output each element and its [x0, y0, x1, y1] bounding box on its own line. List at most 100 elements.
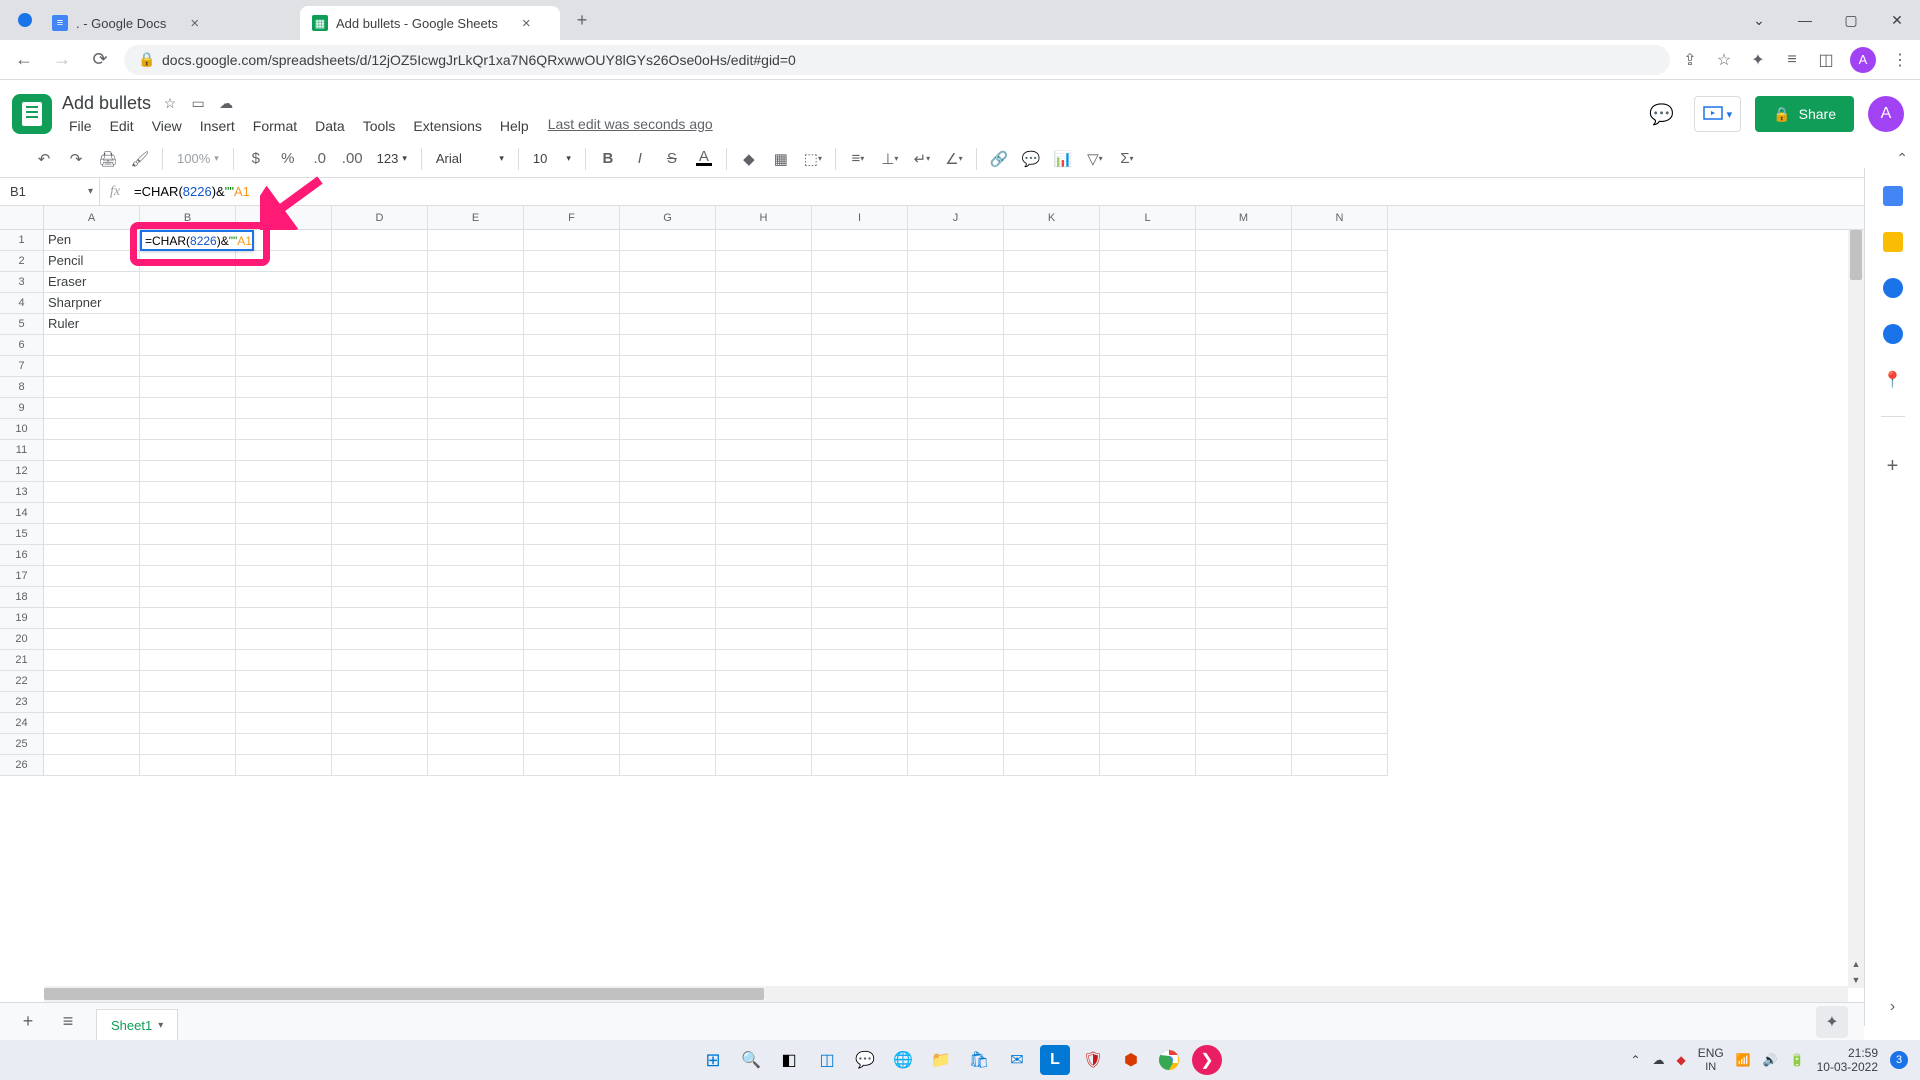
cell-D11[interactable]	[332, 440, 428, 461]
cell-A14[interactable]	[44, 503, 140, 524]
doc-title[interactable]: Add bullets	[62, 93, 151, 114]
cell-F14[interactable]	[524, 503, 620, 524]
cell-H11[interactable]	[716, 440, 812, 461]
col-header-D[interactable]: D	[332, 206, 428, 229]
cell-H23[interactable]	[716, 692, 812, 713]
cell-G8[interactable]	[620, 377, 716, 398]
app-red-icon[interactable]: ❯	[1192, 1045, 1222, 1075]
cells-area[interactable]: PenPencilEraserSharpnerRuler =CHAR(8226)…	[44, 230, 1864, 776]
row-header-16[interactable]: 16	[0, 545, 44, 566]
cell-D15[interactable]	[332, 524, 428, 545]
redo-button[interactable]: ↷	[62, 145, 90, 173]
cell-F1[interactable]	[524, 230, 620, 251]
cell-N11[interactable]	[1292, 440, 1388, 461]
cell-I1[interactable]	[812, 230, 908, 251]
cell-D8[interactable]	[332, 377, 428, 398]
cell-K4[interactable]	[1004, 293, 1100, 314]
cell-K21[interactable]	[1004, 650, 1100, 671]
cell-C4[interactable]	[236, 293, 332, 314]
cell-B25[interactable]	[140, 734, 236, 755]
start-button[interactable]: ⊞	[698, 1045, 728, 1075]
cell-A11[interactable]	[44, 440, 140, 461]
cell-H1[interactable]	[716, 230, 812, 251]
cell-K25[interactable]	[1004, 734, 1100, 755]
cell-B6[interactable]	[140, 335, 236, 356]
col-header-F[interactable]: F	[524, 206, 620, 229]
cell-I8[interactable]	[812, 377, 908, 398]
keep-icon[interactable]	[1883, 232, 1903, 252]
cell-C16[interactable]	[236, 545, 332, 566]
cell-L4[interactable]	[1100, 293, 1196, 314]
cell-G7[interactable]	[620, 356, 716, 377]
cell-F20[interactable]	[524, 629, 620, 650]
borders-button[interactable]: ▦	[767, 145, 795, 173]
row-header-21[interactable]: 21	[0, 650, 44, 671]
cell-I6[interactable]	[812, 335, 908, 356]
cell-M17[interactable]	[1196, 566, 1292, 587]
cell-B18[interactable]	[140, 587, 236, 608]
row-header-26[interactable]: 26	[0, 755, 44, 776]
comment-button[interactable]: 💬	[1017, 145, 1045, 173]
cell-F24[interactable]	[524, 713, 620, 734]
account-avatar[interactable]: A	[1868, 96, 1904, 132]
currency-button[interactable]: $	[242, 145, 270, 173]
cell-L23[interactable]	[1100, 692, 1196, 713]
cell-G12[interactable]	[620, 461, 716, 482]
cell-G2[interactable]	[620, 251, 716, 272]
menu-data[interactable]: Data	[308, 116, 352, 136]
task-view-icon[interactable]: ◧	[774, 1045, 804, 1075]
cell-H20[interactable]	[716, 629, 812, 650]
cell-I20[interactable]	[812, 629, 908, 650]
cell-C14[interactable]	[236, 503, 332, 524]
menu-edit[interactable]: Edit	[103, 116, 141, 136]
cell-N14[interactable]	[1292, 503, 1388, 524]
cell-A17[interactable]	[44, 566, 140, 587]
menu-view[interactable]: View	[145, 116, 189, 136]
battery-icon[interactable]: 🔋	[1790, 1053, 1805, 1067]
cell-M16[interactable]	[1196, 545, 1292, 566]
cell-E25[interactable]	[428, 734, 524, 755]
cell-A26[interactable]	[44, 755, 140, 776]
mcafee-icon[interactable]: 🛡	[1078, 1045, 1108, 1075]
cell-B19[interactable]	[140, 608, 236, 629]
tray-app-icon[interactable]: ◆	[1677, 1053, 1686, 1067]
cell-C19[interactable]	[236, 608, 332, 629]
sheet-menu-icon[interactable]: ▾	[158, 1020, 163, 1031]
scroll-down-icon[interactable]: ▼	[1848, 972, 1864, 988]
cell-J7[interactable]	[908, 356, 1004, 377]
row-header-24[interactable]: 24	[0, 713, 44, 734]
cell-K6[interactable]	[1004, 335, 1100, 356]
close-window-icon[interactable]: ✕	[1874, 0, 1920, 40]
cell-K22[interactable]	[1004, 671, 1100, 692]
cell-H25[interactable]	[716, 734, 812, 755]
cell-E10[interactable]	[428, 419, 524, 440]
cell-M25[interactable]	[1196, 734, 1292, 755]
cell-D7[interactable]	[332, 356, 428, 377]
cell-E22[interactable]	[428, 671, 524, 692]
cell-E19[interactable]	[428, 608, 524, 629]
row-header-5[interactable]: 5	[0, 314, 44, 335]
link-button[interactable]: 🔗	[985, 145, 1013, 173]
cell-G6[interactable]	[620, 335, 716, 356]
h-align-button[interactable]: ≡ ▾	[844, 145, 872, 173]
cell-F21[interactable]	[524, 650, 620, 671]
functions-button[interactable]: Σ ▾	[1113, 145, 1141, 173]
row-header-14[interactable]: 14	[0, 503, 44, 524]
cell-J20[interactable]	[908, 629, 1004, 650]
cell-C9[interactable]	[236, 398, 332, 419]
cell-J3[interactable]	[908, 272, 1004, 293]
cell-M20[interactable]	[1196, 629, 1292, 650]
wrap-button[interactable]: ↵ ▾	[908, 145, 936, 173]
cell-K26[interactable]	[1004, 755, 1100, 776]
forward-button[interactable]: →	[48, 46, 76, 74]
cell-E15[interactable]	[428, 524, 524, 545]
row-header-23[interactable]: 23	[0, 692, 44, 713]
cell-E13[interactable]	[428, 482, 524, 503]
cell-I3[interactable]	[812, 272, 908, 293]
cell-I12[interactable]	[812, 461, 908, 482]
cell-F12[interactable]	[524, 461, 620, 482]
cell-B13[interactable]	[140, 482, 236, 503]
scrollbar-thumb[interactable]	[44, 988, 764, 1000]
row-header-8[interactable]: 8	[0, 377, 44, 398]
cell-A21[interactable]	[44, 650, 140, 671]
